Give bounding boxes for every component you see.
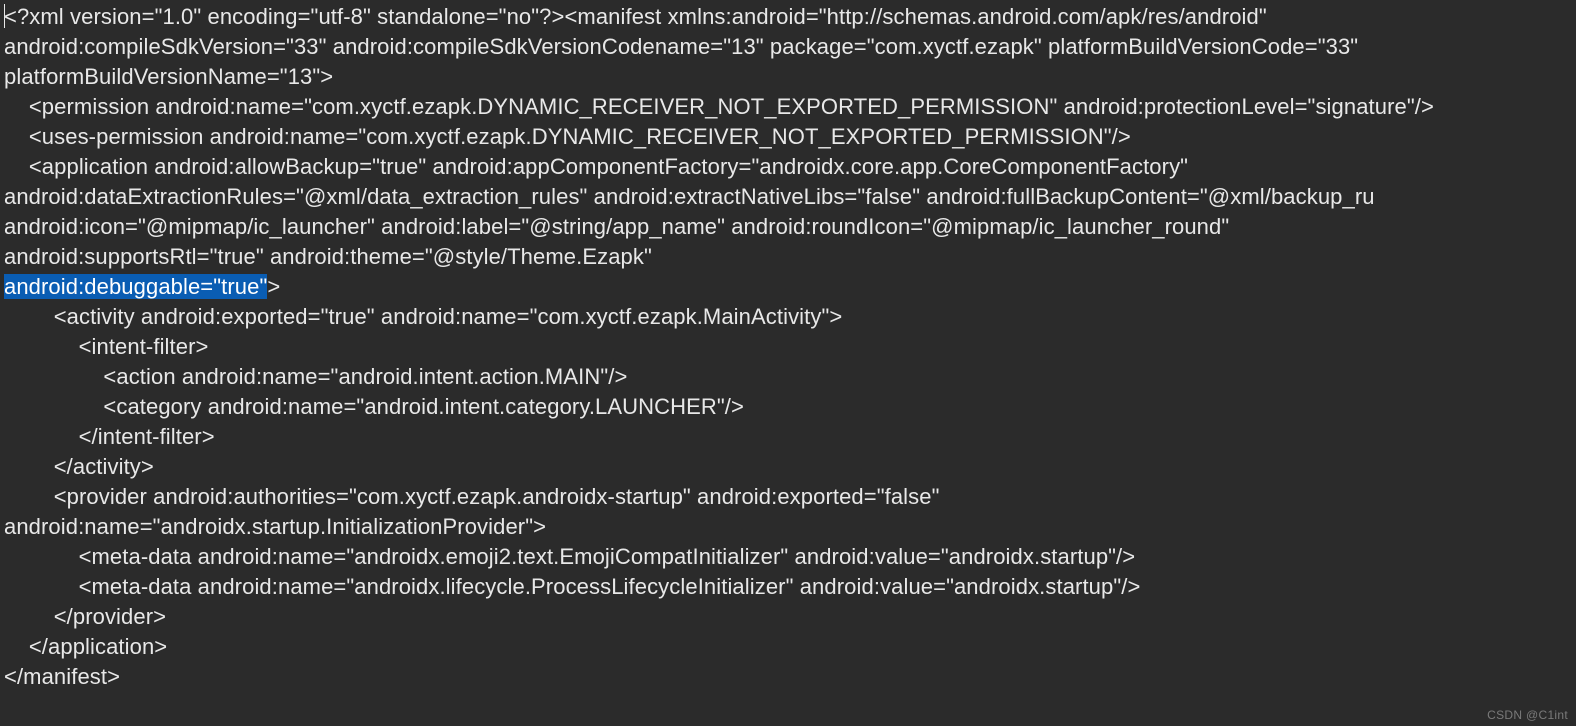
highlighted-attribute: android:debuggable="true" (4, 274, 267, 299)
code-line: <meta-data android:name="androidx.emoji2… (4, 544, 1135, 569)
code-line: </provider> (4, 604, 166, 629)
code-line: platformBuildVersionName="13"> (4, 64, 333, 89)
code-line: > (267, 274, 280, 299)
code-line: <activity android:exported="true" androi… (4, 304, 842, 329)
code-line: </manifest> (4, 664, 120, 689)
code-line: android:icon="@mipmap/ic_launcher" andro… (4, 214, 1235, 239)
code-line: </intent-filter> (4, 424, 215, 449)
code-line: <provider android:authorities="com.xyctf… (4, 484, 946, 509)
code-line: <uses-permission android:name="com.xyctf… (4, 124, 1131, 149)
code-line: <action android:name="android.intent.act… (4, 364, 627, 389)
code-line: <?xml version="1.0" encoding="utf-8" sta… (4, 4, 1273, 29)
code-line: <application android:allowBackup="true" … (4, 154, 1194, 179)
code-line: <permission android:name="com.xyctf.ezap… (4, 94, 1434, 119)
code-line: android:compileSdkVersion="33" android:c… (4, 34, 1364, 59)
code-line: android:supportsRtl="true" android:theme… (4, 244, 652, 269)
code-line: </application> (4, 634, 167, 659)
code-line: android:name="androidx.startup.Initializ… (4, 514, 546, 539)
code-line: </activity> (4, 454, 154, 479)
code-line: android:dataExtractionRules="@xml/data_e… (4, 184, 1375, 209)
code-line: <meta-data android:name="androidx.lifecy… (4, 574, 1140, 599)
code-line: <category android:name="android.intent.c… (4, 394, 744, 419)
watermark-text: CSDN @C1int (1487, 708, 1568, 722)
xml-code-block[interactable]: <?xml version="1.0" encoding="utf-8" sta… (0, 0, 1576, 692)
code-line: <intent-filter> (4, 334, 208, 359)
